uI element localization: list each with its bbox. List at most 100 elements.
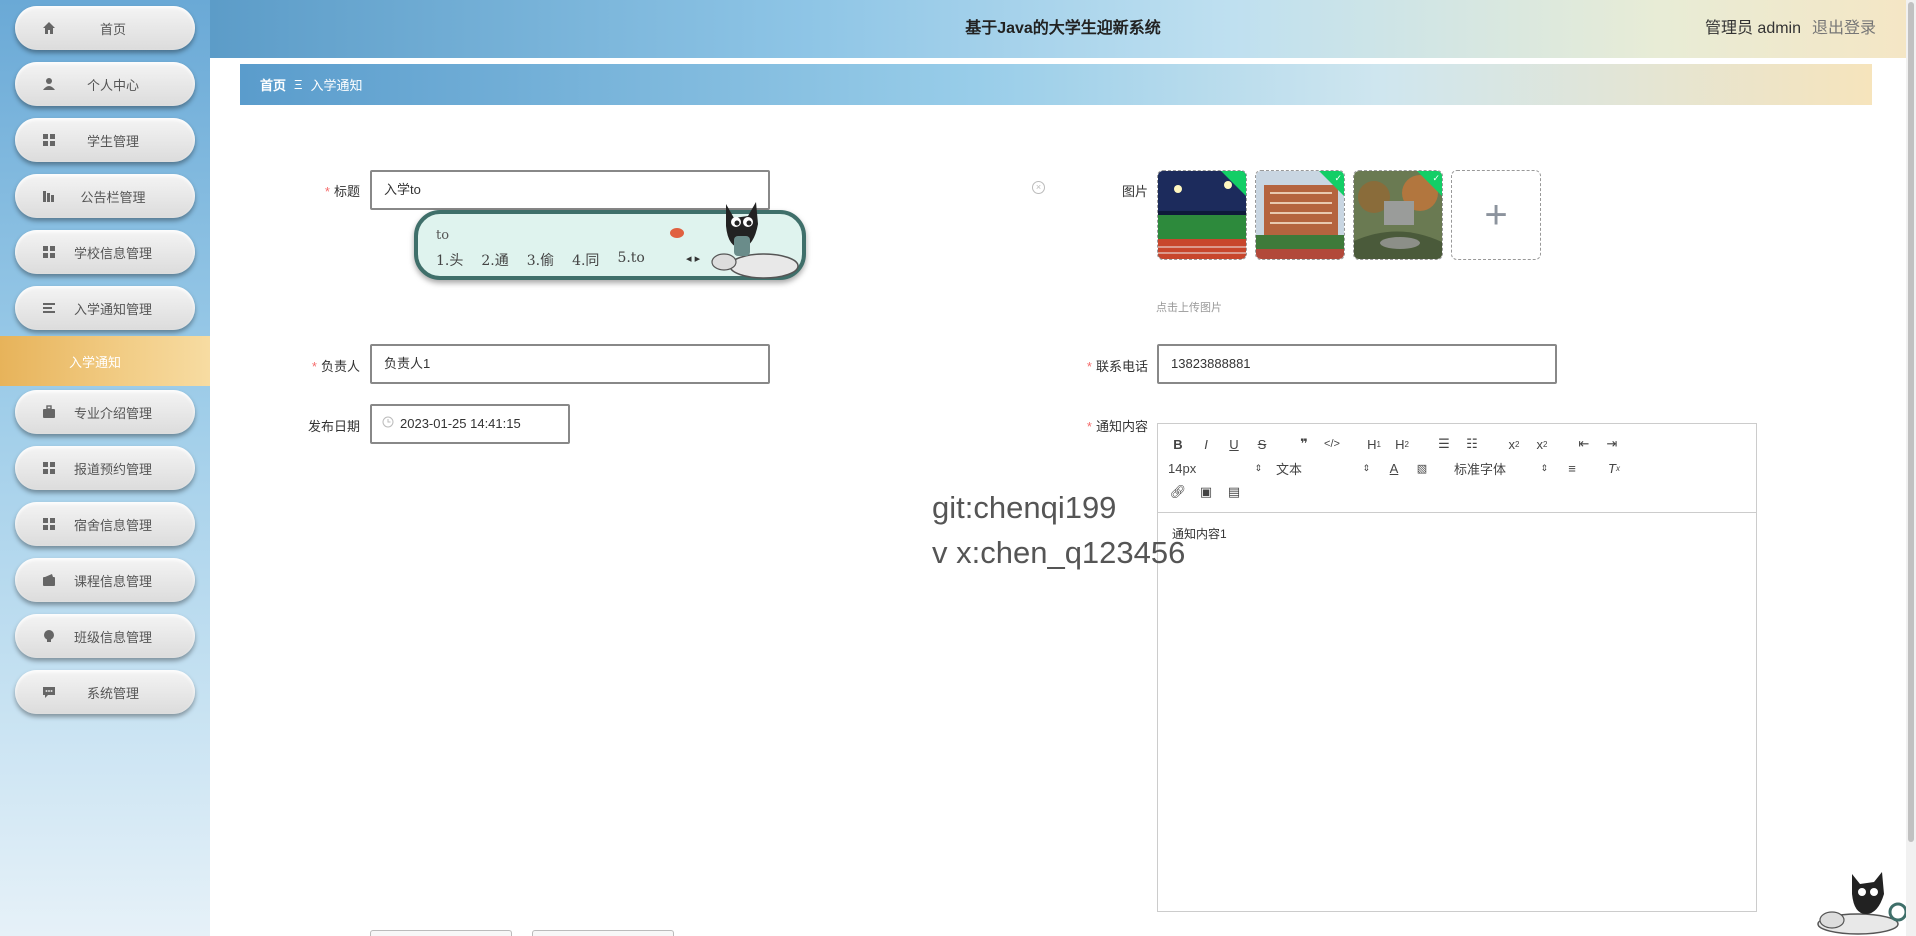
content-label: * 通知内容 <box>1086 419 1148 434</box>
sidebar-item-class[interactable]: 班级信息管理 <box>15 614 195 658</box>
font-family-select[interactable]: 标准字体 ⇕ <box>1454 458 1548 478</box>
page-scrollbar[interactable] <box>1906 0 1916 936</box>
superscript-icon[interactable]: x2 <box>1532 434 1552 454</box>
required-mark: * <box>1086 419 1092 434</box>
sidebar-item-label: 宿舍信息管理 <box>73 517 152 533</box>
sidebar-item-bulletin[interactable]: 公告栏管理 <box>15 174 195 218</box>
select-arrows-icon: ⇕ <box>1540 462 1548 473</box>
image-thumbnail-2[interactable]: ✓ <box>1255 170 1345 260</box>
ime-candidate[interactable]: 3.偷 <box>527 250 554 270</box>
editor-toolbar: B I U S ❞ </> H1 H2 ☰ ☷ x2 x2 ⇤ ⇥ 14px ⇕ … <box>1158 424 1756 513</box>
cancel-button[interactable] <box>532 930 674 936</box>
sidebar-item-students[interactable]: 学生管理 <box>15 118 195 162</box>
code-icon[interactable]: </> <box>1322 434 1342 454</box>
blockquote-icon[interactable]: ❞ <box>1294 434 1314 454</box>
image-icon[interactable]: ▣ <box>1196 482 1216 502</box>
sidebar-item-label: 入学通知管理 <box>73 301 152 317</box>
required-mark: * <box>311 359 317 374</box>
sidebar-item-school-info[interactable]: 学校信息管理 <box>15 230 195 274</box>
sidebar-item-registration[interactable]: 报道预约管理 <box>15 446 195 490</box>
list-icon <box>39 301 59 315</box>
indent-icon[interactable]: ⇥ <box>1602 434 1622 454</box>
ime-candidate-list: 1.头 2.通 3.偷 4.同 5.to <box>436 250 645 270</box>
rich-text-editor: B I U S ❞ </> H1 H2 ☰ ☷ x2 x2 ⇤ ⇥ 14px ⇕ … <box>1157 423 1757 912</box>
ime-candidate[interactable]: 1.头 <box>436 250 463 270</box>
block-type-select[interactable]: 文本 ⇕ <box>1276 458 1370 478</box>
ime-candidate[interactable]: 4.同 <box>572 250 599 270</box>
phone-input[interactable]: 13823888881 <box>1157 344 1557 384</box>
outdent-icon[interactable]: ⇤ <box>1574 434 1594 454</box>
clock-icon <box>382 406 394 442</box>
ime-candidate[interactable]: 2.通 <box>481 250 508 270</box>
link-icon[interactable]: 🔗︎ <box>1168 482 1188 502</box>
home-icon <box>39 21 59 35</box>
bullet-list-icon[interactable]: ☷ <box>1462 434 1482 454</box>
sidebar-item-label: 学生管理 <box>86 133 139 149</box>
title-label: * 标题 <box>324 184 360 199</box>
editor-content[interactable]: 通知内容1 <box>1158 513 1756 554</box>
scrollbar-thumb[interactable] <box>1908 2 1914 842</box>
watermark-line-2: v x:chen_q123456 <box>932 535 1186 570</box>
sidebar-subitem-admission-notice[interactable]: 入学通知 <box>0 336 210 386</box>
header2-icon[interactable]: H2 <box>1392 434 1412 454</box>
chat-icon <box>39 685 59 699</box>
upload-hint: 点击上传图片 <box>1156 302 1222 314</box>
bar-chart-icon <box>39 189 59 203</box>
sidebar-item-system[interactable]: 系统管理 <box>15 670 195 714</box>
submit-button[interactable] <box>370 930 512 936</box>
header1-icon[interactable]: H1 <box>1364 434 1384 454</box>
sidebar-item-label: 学校信息管理 <box>73 245 152 261</box>
select-arrows-icon: ⇕ <box>1254 462 1262 473</box>
breadcrumb-current: 入学通知 <box>310 78 363 93</box>
user-icon <box>39 77 59 91</box>
owner-input[interactable]: 负责人1 <box>370 344 770 384</box>
date-picker[interactable]: 2023-01-25 14:41:15 <box>370 404 570 444</box>
sidebar-item-label: 报道预约管理 <box>73 461 152 477</box>
sidebar-item-label: 系统管理 <box>86 685 139 701</box>
app-title: 基于Java的大学生迎新系统 <box>965 20 1161 37</box>
text-color-icon[interactable]: A <box>1384 458 1404 478</box>
sidebar-item-label: 班级信息管理 <box>73 629 152 645</box>
grid-icon <box>39 517 59 531</box>
image-thumbnail-1[interactable] <box>1157 170 1247 260</box>
image-thumbnail-3[interactable]: ✓ <box>1353 170 1443 260</box>
sidebar-item-label: 课程信息管理 <box>73 573 152 589</box>
wallet-icon <box>39 573 59 587</box>
sidebar-item-course[interactable]: 课程信息管理 <box>15 558 195 602</box>
breadcrumb-separator: Ξ <box>294 77 303 92</box>
sidebar-item-major-intro[interactable]: 专业介绍管理 <box>15 390 195 434</box>
top-header: 基于Java的大学生迎新系统 管理员 admin 退出登录 <box>210 0 1916 58</box>
font-size-select[interactable]: 14px ⇕ <box>1168 458 1262 478</box>
image-upload-button[interactable]: + <box>1451 170 1541 260</box>
check-icon: ✓ <box>1432 173 1440 183</box>
ime-candidate-popup: to 1.头 2.通 3.偷 4.同 5.to ◂ ▸ <box>414 202 806 280</box>
sidebar-item-home[interactable]: 首页 <box>15 6 195 50</box>
date-label: 发布日期 <box>307 419 360 434</box>
align-icon[interactable]: ≡ <box>1562 458 1582 478</box>
breadcrumb: 首页 Ξ 入学通知 <box>240 64 1872 105</box>
grid-icon <box>39 133 59 147</box>
ordered-list-icon[interactable]: ☰ <box>1434 434 1454 454</box>
select-arrows-icon: ⇕ <box>1362 462 1370 473</box>
logout-link[interactable]: 退出登录 <box>1812 0 1876 58</box>
background-color-icon[interactable]: ▧ <box>1412 458 1432 478</box>
sidebar-item-admission-notice[interactable]: 入学通知管理 <box>15 286 195 330</box>
subscript-icon[interactable]: x2 <box>1504 434 1524 454</box>
underline-icon[interactable]: U <box>1224 434 1244 454</box>
bold-icon[interactable]: B <box>1168 434 1188 454</box>
strikethrough-icon[interactable]: S <box>1252 434 1272 454</box>
italic-icon[interactable]: I <box>1196 434 1216 454</box>
ime-page-arrows-icon[interactable]: ◂ ▸ <box>686 252 700 265</box>
clear-icon[interactable]: × <box>1032 181 1045 194</box>
clear-format-icon[interactable]: Tx <box>1604 458 1624 478</box>
required-mark: * <box>1086 359 1092 374</box>
ime-candidate[interactable]: 5.to <box>617 250 644 270</box>
video-icon[interactable]: ▤ <box>1224 482 1244 502</box>
grid-icon <box>39 245 59 259</box>
grid-icon <box>39 461 59 475</box>
breadcrumb-home[interactable]: 首页 <box>260 75 286 94</box>
sidebar-item-label: 首页 <box>99 21 126 37</box>
briefcase-icon <box>39 405 59 419</box>
sidebar-item-profile[interactable]: 个人中心 <box>15 62 195 106</box>
sidebar-item-dormitory[interactable]: 宿舍信息管理 <box>15 502 195 546</box>
